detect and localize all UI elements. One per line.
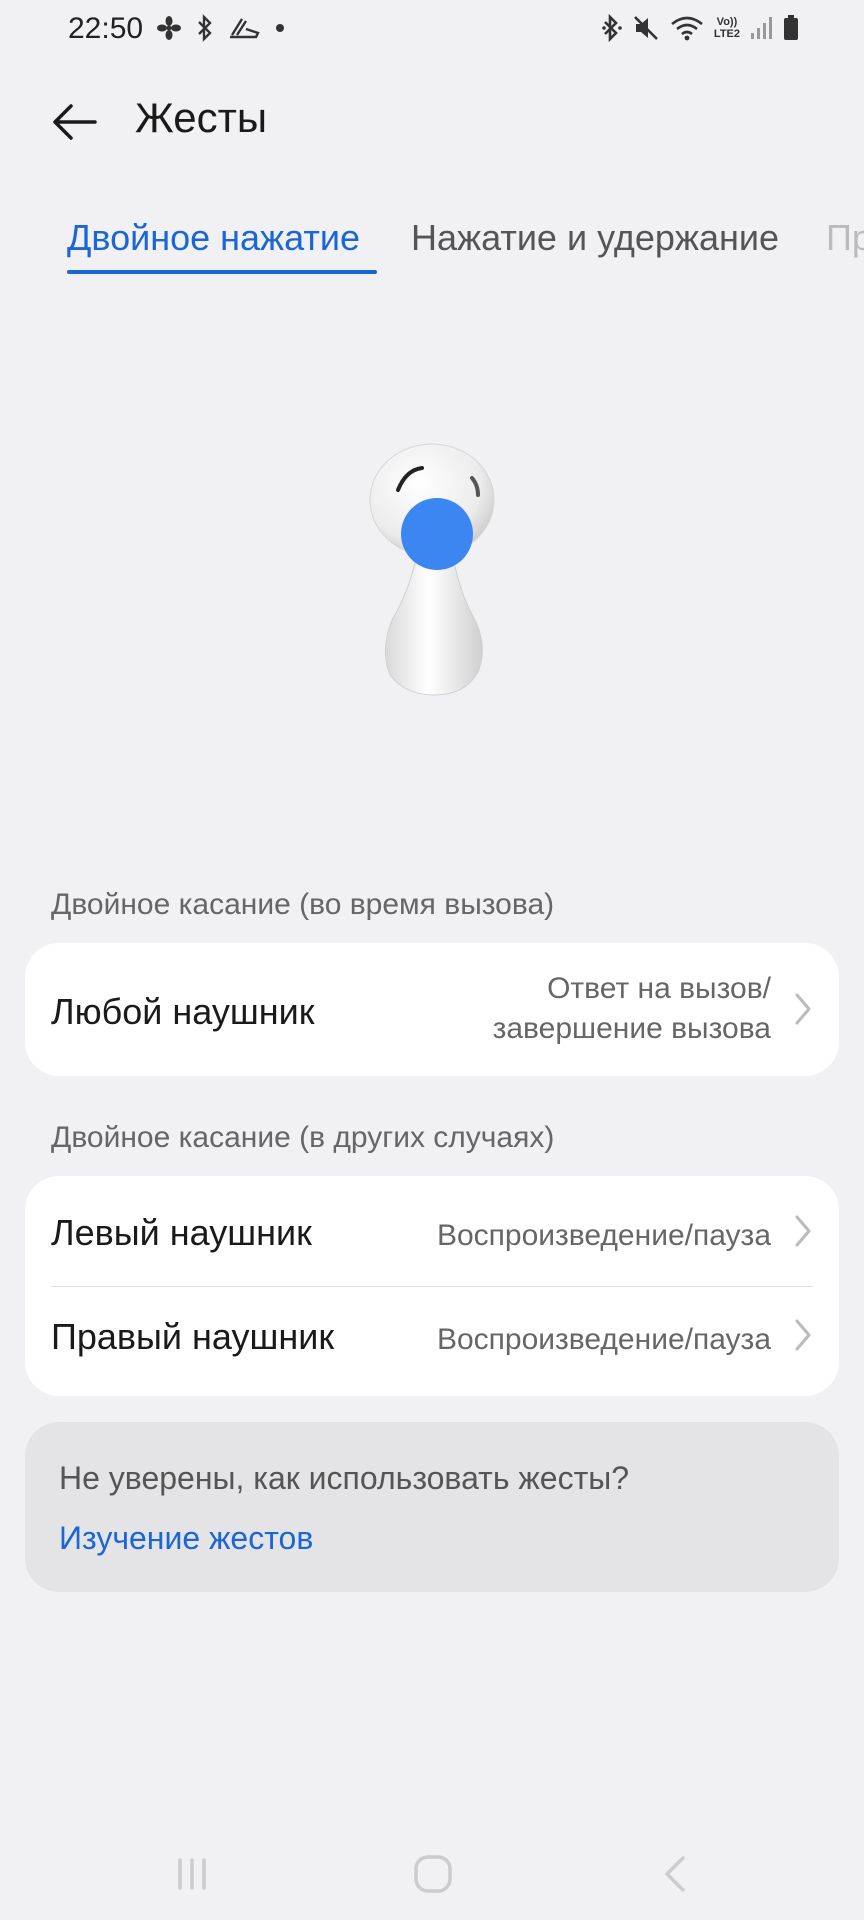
tab-press-and-hold[interactable]: Нажатие и удержание — [411, 217, 779, 259]
navigation-bar — [0, 1830, 864, 1920]
section-header-call: Двойное касание (во время вызова) — [51, 888, 555, 921]
chevron-right-icon — [795, 1319, 811, 1351]
chevron-right-icon — [795, 1215, 811, 1247]
back-button[interactable] — [40, 92, 110, 152]
row-value: Воспроизведение/пауза — [436, 1219, 771, 1252]
arrow-left-icon — [53, 104, 97, 140]
tab-double-tap[interactable]: Двойное нажатие — [67, 217, 360, 259]
tab-partial[interactable]: Пр — [826, 217, 864, 259]
page-title: Жесты — [135, 94, 268, 141]
home-icon — [414, 1855, 452, 1893]
dot-icon — [274, 15, 286, 41]
status-time: 22:50 — [68, 12, 144, 45]
shoe-icon — [228, 15, 260, 41]
wifi-icon — [670, 14, 704, 42]
chevron-left-icon — [665, 1856, 685, 1892]
earbud-icon — [369, 443, 495, 696]
bluetooth-icon — [602, 14, 622, 42]
learn-gestures-link[interactable]: Изучение жестов — [59, 1520, 313, 1557]
recent-apps-icon — [178, 1858, 206, 1890]
battery-icon — [782, 14, 800, 42]
help-question: Не уверены, как использовать жесты? — [59, 1460, 630, 1496]
row-value: Ответ на вызов/ завершение вызова — [492, 972, 771, 1045]
earbud-illustration — [360, 440, 510, 700]
volte-lte2-icon: Vo)) LTE2 — [713, 16, 740, 40]
settings-card-other: Левый наушник Воспроизведение/пауза Прав… — [25, 1176, 839, 1396]
chevron-right-icon — [795, 993, 811, 1025]
status-bar: 22:50 Vo)) LTE2 — [0, 0, 864, 60]
recent-apps-button[interactable] — [162, 1844, 222, 1904]
settings-card-call: Любой наушник Ответ на вызов/ завершение… — [25, 943, 839, 1076]
tap-indicator — [401, 498, 473, 570]
tab-bar: Двойное нажатие Нажатие и удержание Пр — [0, 205, 864, 285]
status-left-icons — [156, 14, 286, 42]
mute-icon — [632, 14, 660, 42]
settings-row-any-earbud[interactable]: Любой наушник Ответ на вызов/ завершение… — [25, 943, 839, 1076]
bluetooth-icon — [196, 14, 214, 42]
home-button[interactable] — [403, 1844, 463, 1904]
row-value: Воспроизведение/пауза — [436, 1323, 771, 1356]
tab-active-indicator — [67, 270, 377, 274]
settings-row-left-earbud[interactable]: Левый наушник Воспроизведение/пауза — [25, 1176, 839, 1286]
signal-icon — [750, 15, 772, 41]
row-label: Правый наушник — [51, 1316, 335, 1357]
settings-row-right-earbud[interactable]: Правый наушник Воспроизведение/пауза — [25, 1286, 839, 1396]
section-header-other: Двойное касание (в других случаях) — [51, 1121, 555, 1154]
fan-icon — [156, 15, 182, 41]
system-back-button[interactable] — [645, 1844, 705, 1904]
status-right-icons: Vo)) LTE2 — [602, 14, 800, 42]
row-label: Левый наушник — [51, 1212, 312, 1253]
row-label: Любой наушник — [51, 991, 315, 1032]
help-card: Не уверены, как использовать жесты? Изуч… — [25, 1422, 839, 1592]
app-bar: Жесты — [0, 80, 864, 160]
